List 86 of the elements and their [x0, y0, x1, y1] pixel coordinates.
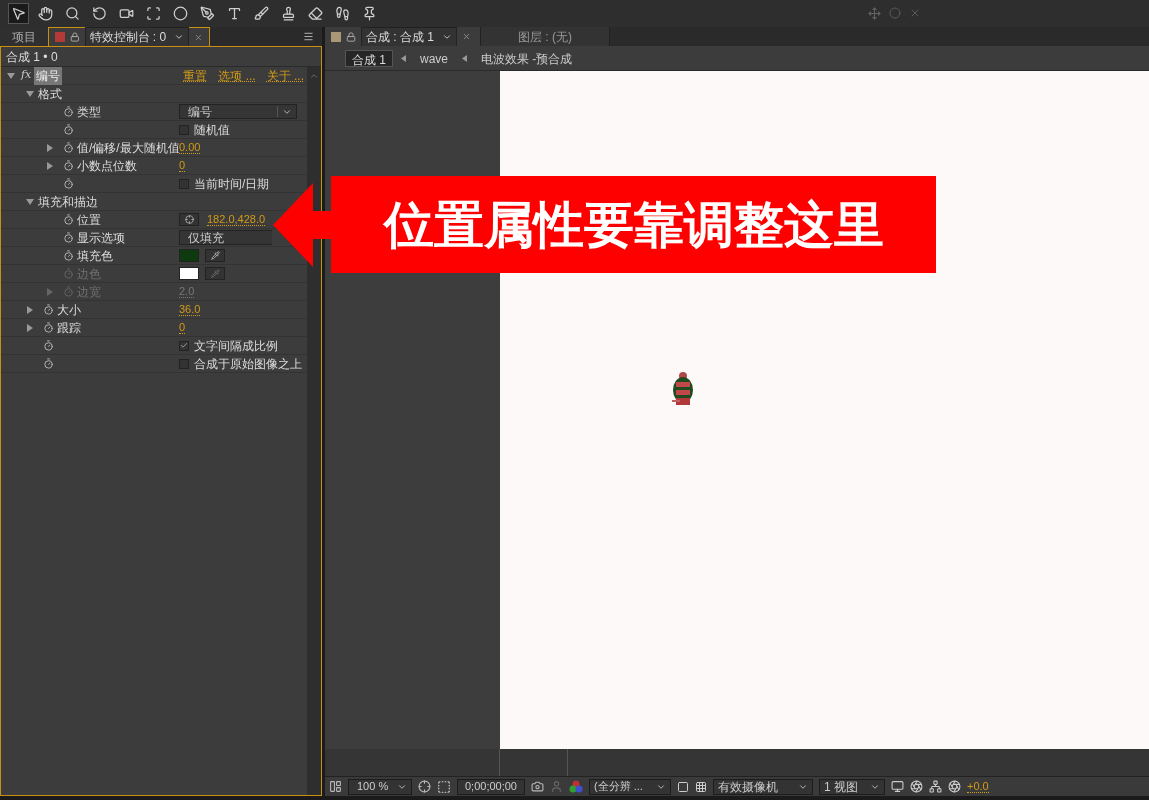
dropdown[interactable]: 仅填充: [179, 230, 272, 245]
checkbox-label: 当前时间/日期: [194, 175, 270, 193]
caret-icon: [174, 32, 185, 42]
crosshair-button[interactable]: [179, 213, 199, 226]
lock-icon[interactable]: [69, 32, 80, 42]
value-field[interactable]: 36.0: [179, 303, 201, 316]
stopwatch-icon[interactable]: [43, 322, 54, 333]
value-field[interactable]: 182.0,428.0: [207, 213, 266, 226]
expand-triangle-icon[interactable]: [46, 161, 54, 170]
group-label: 格式: [38, 85, 62, 103]
expand-triangle-icon[interactable]: [26, 305, 34, 314]
breadcrumb[interactable]: wave: [414, 49, 455, 67]
value-field[interactable]: 0: [179, 321, 186, 334]
eyedropper-icon: [210, 251, 220, 260]
value-field[interactable]: 0.00: [179, 141, 201, 154]
effect-link[interactable]: 重置: [183, 66, 208, 85]
property-label: 显示选项: [77, 229, 125, 247]
breadcrumb-arrow-icon: [401, 54, 406, 62]
checkbox-label: 文字间隔成比例: [194, 337, 278, 355]
effect-link[interactable]: 关于 ...: [266, 66, 304, 85]
eyedropper-icon: [210, 269, 220, 278]
property-label: 填充色: [77, 247, 113, 265]
eyedropper-button[interactable]: [205, 267, 225, 280]
menu-icon[interactable]: [303, 31, 314, 42]
fx-label: fx: [21, 67, 32, 84]
stopwatch-icon[interactable]: [43, 304, 54, 315]
property-label: 跟踪: [57, 319, 81, 337]
glyph-drawing[interactable]: [672, 371, 694, 407]
stopwatch-icon[interactable]: [63, 106, 74, 117]
collapse-triangle-icon[interactable]: [7, 71, 15, 80]
scrollbar[interactable]: [307, 67, 321, 795]
panel-tab[interactable]: 项目: [0, 27, 48, 46]
checkbox-label: 随机值: [194, 121, 230, 139]
group-label: 填充和描边: [38, 193, 98, 211]
checkbox-label: 合成于原始图像之上: [194, 355, 302, 373]
panel-tab[interactable]: 图层 : (无): [480, 27, 610, 46]
effect-link[interactable]: 选项 ...: [218, 66, 256, 85]
timecode-field[interactable]: 0;00;00;00: [458, 778, 524, 795]
checkbox[interactable]: [179, 124, 189, 135]
stopwatch-icon[interactable]: [43, 340, 54, 351]
checkerboard-icon[interactable]: [695, 780, 707, 793]
stopwatch-icon[interactable]: [63, 214, 74, 225]
pointer-icon[interactable]: [8, 3, 29, 24]
dropdown[interactable]: 编号: [179, 104, 297, 119]
mask-icon[interactable]: [437, 779, 451, 794]
eyedropper-button[interactable]: [205, 249, 225, 262]
layout-icon[interactable]: [329, 780, 342, 793]
stopwatch-icon[interactable]: [63, 124, 74, 135]
property-label: 值/偏移/最大随机值: [77, 139, 179, 157]
stopwatch-icon[interactable]: [63, 232, 74, 243]
expand-triangle-icon[interactable]: [46, 143, 54, 152]
breadcrumb[interactable]: 合成 1: [345, 49, 393, 67]
stopwatch-icon[interactable]: [63, 178, 74, 189]
callout-label: 位置属性要靠调整这里: [331, 176, 936, 273]
panel-header: 合成 1 • 0: [6, 48, 58, 66]
exposure-value[interactable]: +0.0: [967, 780, 989, 793]
property-label: 位置: [77, 211, 101, 229]
property-label: 大小: [57, 301, 81, 319]
panel-tab[interactable]: 特效控制台 : 0: [48, 27, 210, 46]
property-label: 类型: [77, 103, 101, 121]
exposure-icon[interactable]: [948, 780, 961, 793]
lock-icon[interactable]: [346, 31, 356, 42]
monitor-icon[interactable]: [891, 780, 904, 793]
stopwatch-icon[interactable]: [63, 142, 74, 153]
close-icon[interactable]: [462, 32, 471, 41]
checkbox[interactable]: [179, 358, 189, 369]
breadcrumb[interactable]: 电波效果 -预合成: [475, 49, 579, 67]
expand-triangle-icon[interactable]: [26, 323, 34, 332]
region-icon[interactable]: [677, 780, 689, 793]
close-icon[interactable]: [194, 32, 203, 42]
flowchart-icon[interactable]: [929, 780, 942, 793]
checkbox[interactable]: [179, 178, 189, 189]
checkbox[interactable]: [179, 340, 189, 351]
crosshair-icon: [184, 215, 194, 224]
property-label: 小数点位数: [77, 157, 137, 175]
collapse-triangle-icon[interactable]: [26, 89, 34, 98]
stopwatch-icon[interactable]: [63, 250, 74, 261]
color-channels-icon[interactable]: [569, 780, 583, 793]
collapse-triangle-icon[interactable]: [26, 197, 34, 206]
color-swatch[interactable]: [179, 249, 199, 262]
panel-tab[interactable]: 合成 : 合成 1: [325, 27, 480, 46]
value-field[interactable]: 0: [179, 159, 186, 172]
stopwatch-icon[interactable]: [43, 358, 54, 369]
camera-icon[interactable]: [531, 780, 544, 793]
breadcrumb-arrow-icon: [462, 54, 468, 62]
stopwatch-icon[interactable]: [63, 160, 74, 171]
